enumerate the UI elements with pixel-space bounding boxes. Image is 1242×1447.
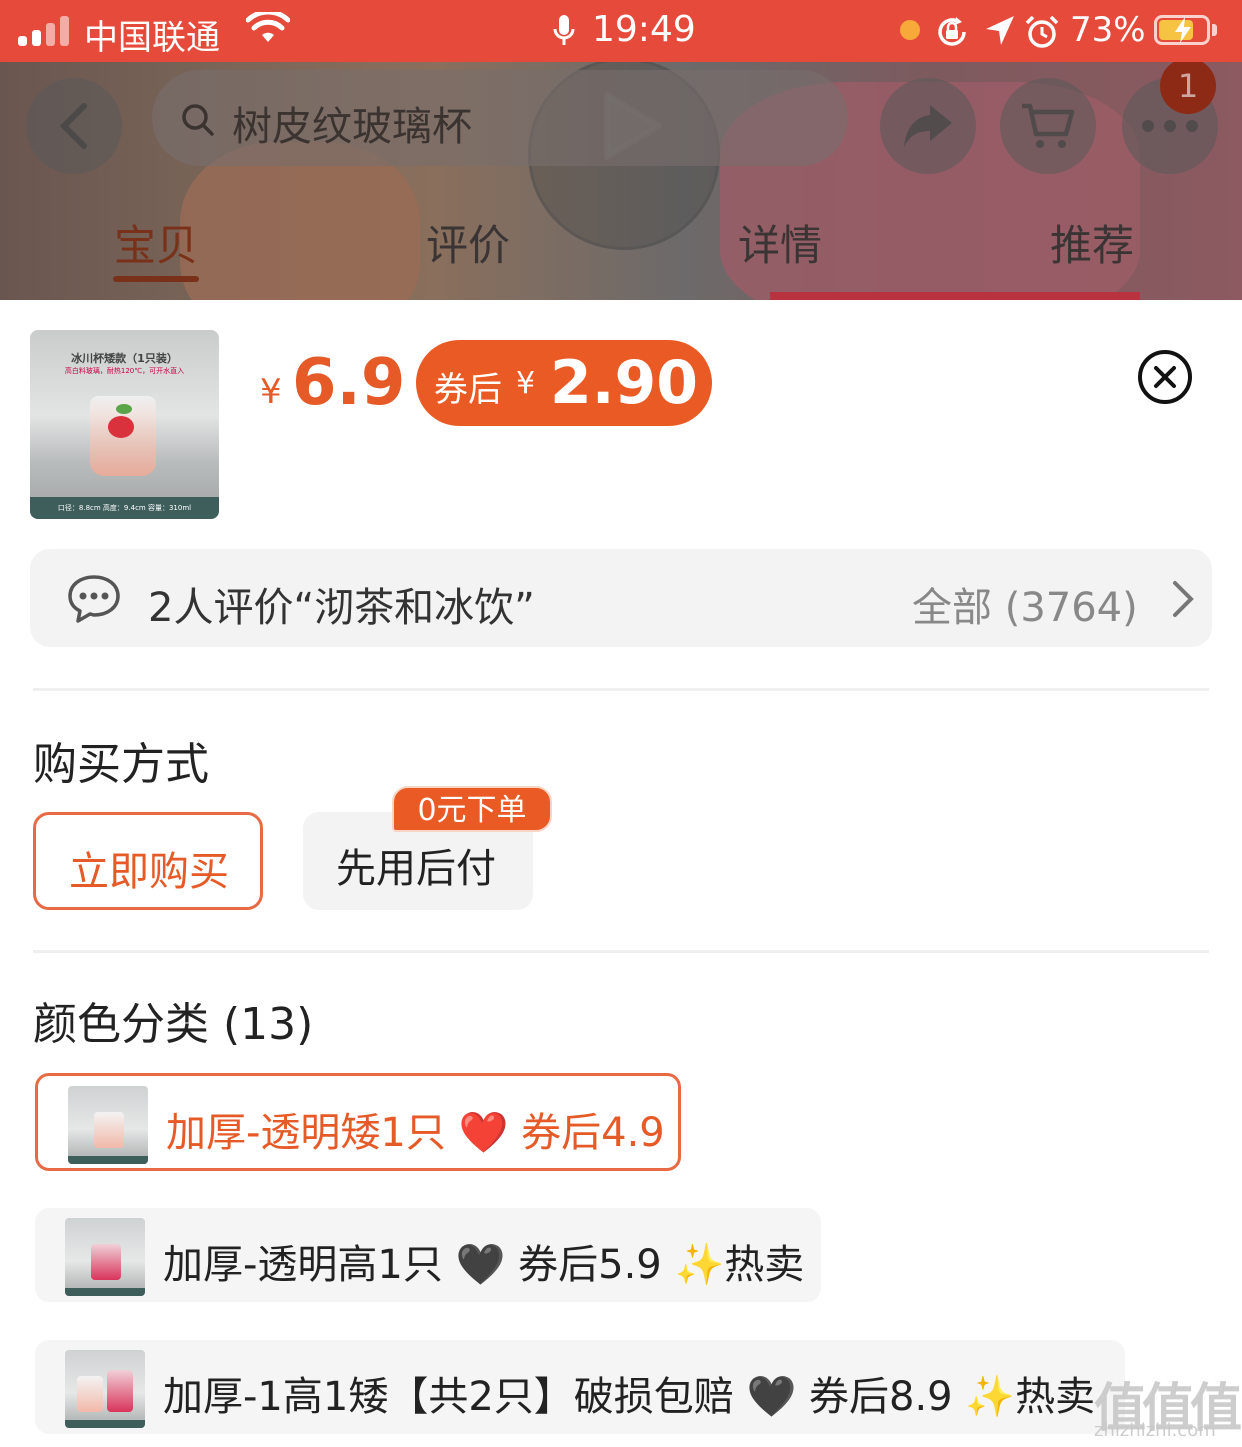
clock-time: 19:49 (592, 9, 696, 50)
price-value: 6.9 (292, 346, 406, 420)
active-tab-indicator (113, 276, 199, 282)
close-button[interactable] (1138, 350, 1192, 404)
battery-charging-icon (1154, 15, 1210, 45)
thumbnail-footer (65, 1288, 145, 1296)
search-bar[interactable]: 树皮纹玻璃杯 (152, 70, 848, 166)
zero-down-tag: 0元下单 (392, 786, 552, 832)
tab-reviews[interactable]: 评价 (426, 212, 510, 273)
variant-option-tall[interactable]: 加厚-透明高1只 🖤 券后5.9 ✨热卖 (35, 1208, 821, 1302)
alarm-icon (1025, 15, 1059, 48)
thumbnail-footer (65, 1420, 145, 1428)
section-divider (33, 688, 1209, 691)
thumbnail-subtitle: 高白料玻璃，耐热120℃，可开水直入 (64, 367, 185, 375)
mic-icon (553, 15, 575, 45)
product-thumbnail[interactable]: 冰川杯矮款（1只装） 高白料玻璃，耐热120℃，可开水直入 口径：8.8cm 高… (30, 330, 219, 519)
share-button[interactable] (880, 78, 976, 174)
variant-label: 加厚-透明高1只 🖤 券后5.9 ✨热卖 (163, 1242, 805, 1288)
variant-option-short[interactable]: 加厚-透明矮1只 ❤️ 券后4.9 (35, 1073, 681, 1171)
review-highlight-text: 2人评价“沏茶和冰饮” (148, 585, 535, 631)
color-category-title: 颜色分类 (13) (33, 999, 314, 1050)
thumbnail-specs: 口径：8.8cm 高度：9.4cm 容量：310ml (30, 497, 219, 519)
location-icon (986, 16, 1014, 45)
mint-leaf-image (116, 404, 132, 414)
buy-now-label: 立即购买 (69, 849, 229, 895)
page-tabs: 宝贝 评价 详情 推荐 (0, 212, 1242, 282)
tab-details[interactable]: 详情 (738, 212, 822, 273)
variant-option-combo[interactable]: 加厚-1高1矮【共2只】破损包赔 🖤 券后8.9 ✨热卖 (35, 1340, 1125, 1434)
sku-selection-sheet: 冰川杯矮款（1只装） 高白料玻璃，耐热120℃，可开水直入 口径：8.8cm 高… (0, 300, 1242, 1447)
thumbnail-title: 冰川杯矮款（1只装） (71, 352, 178, 365)
chevron-right-icon (1173, 581, 1194, 617)
review-summary-bar[interactable]: 2人评价“沏茶和冰饮” 全部 (3764) (30, 549, 1212, 647)
tab-item[interactable]: 宝贝 (114, 212, 198, 273)
variant-thumbnail (68, 1086, 148, 1164)
more-dots-icon (1142, 120, 1198, 132)
battery-percentage: 73% (1070, 10, 1146, 50)
coupon-price-badge: 券后 ¥ 2.90 (416, 340, 712, 426)
search-icon (182, 104, 214, 136)
buy-now-option[interactable]: 立即购买 (33, 812, 263, 910)
glass-image (91, 1244, 121, 1280)
review-count-link[interactable]: 全部 (3764) (912, 575, 1138, 633)
charging-bolt-icon (1175, 17, 1191, 43)
section-divider (33, 950, 1209, 953)
coupon-label: 券后 (434, 370, 502, 410)
carrier-name: 中国联通 (84, 18, 220, 58)
signal-icon (18, 14, 72, 46)
coupon-currency: ¥ (516, 366, 536, 401)
product-image-accent (770, 292, 1140, 300)
cart-button[interactable] (1000, 78, 1096, 174)
variant-label: 加厚-1高1矮【共2只】破损包赔 🖤 券后8.9 ✨热卖 (163, 1374, 1096, 1420)
share-icon (904, 105, 952, 147)
product-media-header: 树皮纹玻璃杯 1 宝贝 评价 详情 推荐 (0, 62, 1242, 300)
glass-image (77, 1376, 103, 1412)
price-currency: ¥ (260, 372, 282, 412)
battery-cap (1212, 24, 1217, 36)
coupon-price-value: 2.90 (550, 348, 699, 418)
glass-image (107, 1370, 133, 1412)
glass-image (94, 1112, 124, 1148)
cart-icon (1022, 103, 1075, 148)
variant-thumbnail (65, 1218, 145, 1296)
search-query-text: 树皮纹玻璃杯 (232, 104, 472, 150)
recording-dot-icon (900, 20, 920, 40)
purchase-method-title: 购买方式 (33, 739, 209, 790)
pay-later-label: 先用后付 (336, 846, 496, 892)
tab-recommended[interactable]: 推荐 (1050, 212, 1134, 273)
close-icon (1154, 366, 1176, 388)
site-watermark-url: zhizhizhi.com (1094, 1420, 1216, 1441)
thumbnail-footer (68, 1156, 148, 1164)
chat-bubble-icon (68, 575, 120, 623)
wifi-icon (246, 12, 290, 42)
orientation-lock-icon (938, 17, 966, 46)
strawberry-image (108, 416, 134, 438)
chevron-left-icon (59, 103, 87, 149)
back-button[interactable] (26, 78, 122, 174)
variant-thumbnail (65, 1350, 145, 1428)
variant-label: 加厚-透明矮1只 ❤️ 券后4.9 (166, 1110, 665, 1156)
status-bar: 中国联通 19:49 73% (0, 0, 1242, 62)
